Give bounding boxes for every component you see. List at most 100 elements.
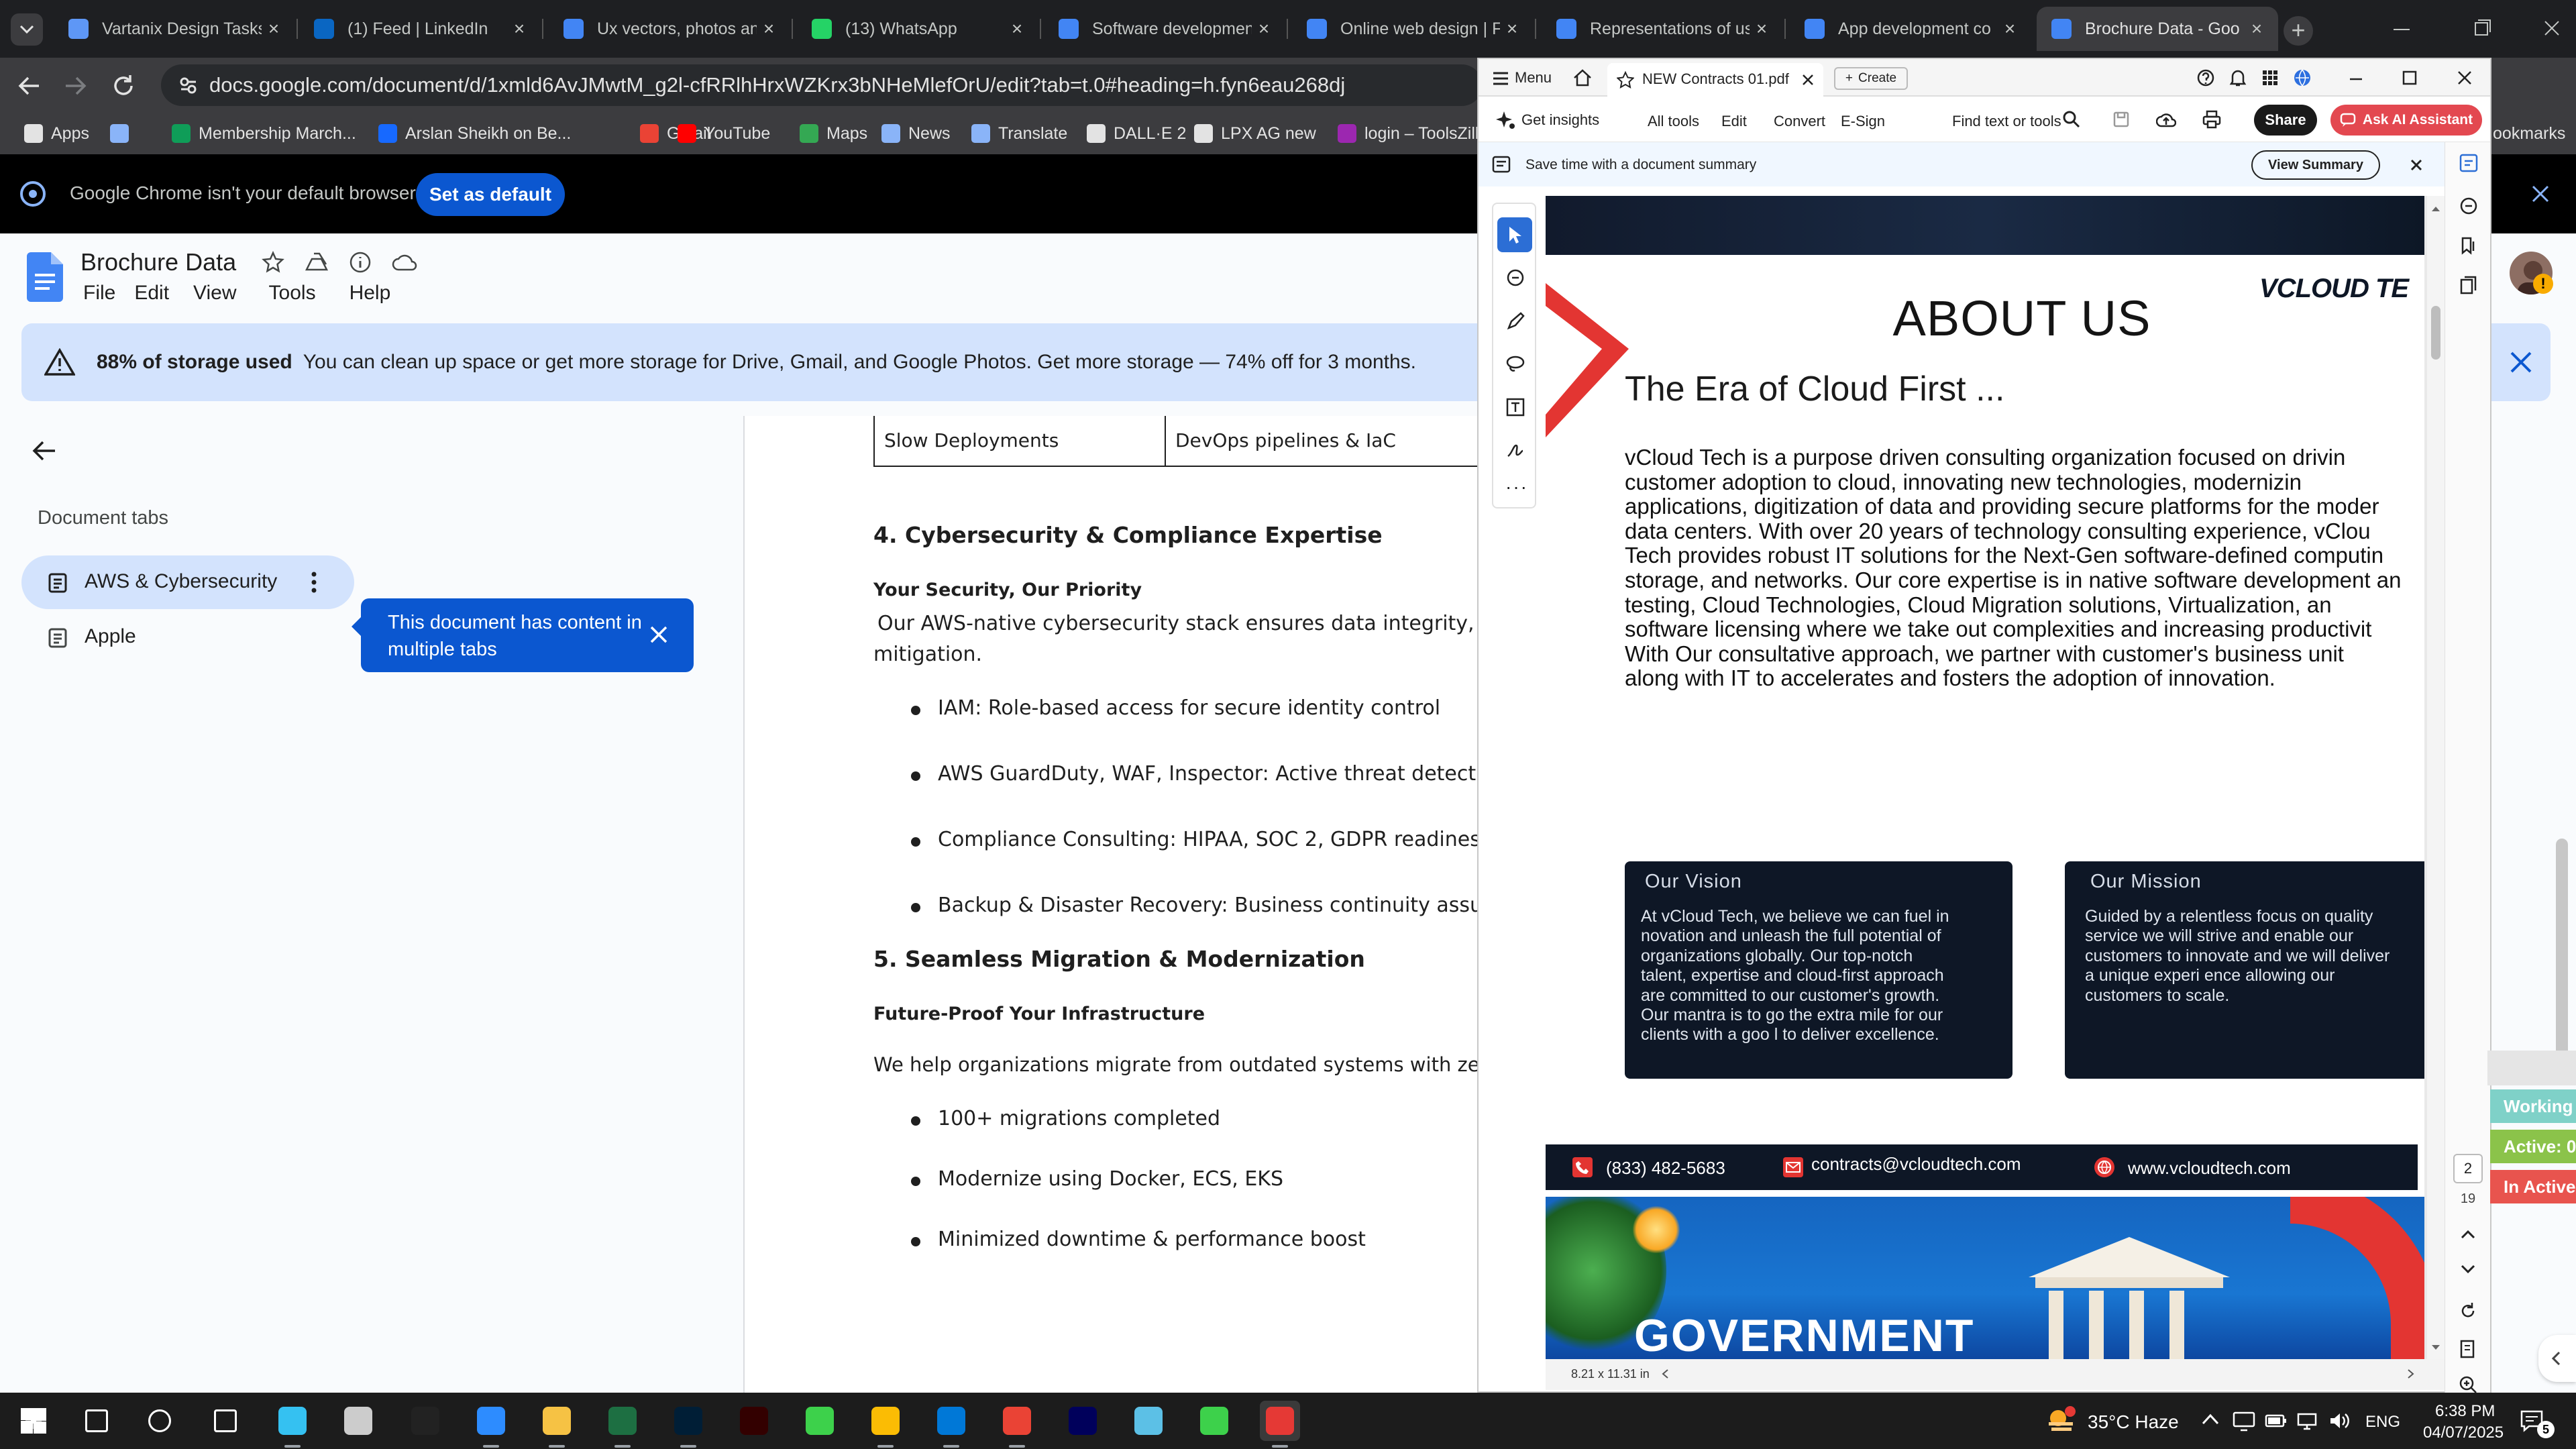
menu-tools[interactable]: Tools (269, 282, 316, 305)
chevron-down-icon[interactable] (2460, 1264, 2476, 1275)
upload-cloud-icon[interactable] (2156, 110, 2176, 129)
close-icon[interactable] (2530, 184, 2551, 204)
excel-icon[interactable] (602, 1401, 643, 1441)
app-diamond-icon[interactable] (1128, 1401, 1169, 1441)
forward-arrow-icon[interactable] (62, 72, 89, 99)
tab-close-icon[interactable]: × (1252, 18, 1276, 40)
scroll-right-icon[interactable] (2407, 1368, 2415, 1379)
volume-icon[interactable] (2328, 1410, 2351, 1432)
find-tools-input[interactable]: Find text or tools (1952, 113, 2061, 130)
reload-icon[interactable] (110, 72, 137, 99)
photoshop-icon[interactable] (668, 1401, 708, 1441)
scroll-up-icon[interactable] (2431, 205, 2440, 212)
all-tools-button[interactable]: All tools (1648, 113, 1699, 130)
bookmark-item[interactable] (110, 113, 129, 154)
page-fit-icon[interactable] (2459, 1339, 2477, 1359)
close-icon[interactable] (2455, 68, 2474, 87)
apps-grid-icon[interactable] (2261, 68, 2279, 87)
move-to-drive-icon[interactable] (305, 251, 329, 274)
comments-icon[interactable] (2459, 196, 2479, 216)
illustrator-icon[interactable] (734, 1401, 774, 1441)
battery-icon[interactable] (2265, 1410, 2288, 1432)
windows-start-icon[interactable] (13, 1401, 54, 1441)
clock-time[interactable]: 6:38 PM (2435, 1402, 2495, 1421)
tab-close-icon[interactable]: × (2245, 18, 2269, 40)
browser-tab[interactable]: Brochure Data - Goo × (2037, 7, 2278, 51)
save-icon[interactable] (2112, 110, 2131, 129)
scroll-left-icon[interactable] (1661, 1368, 1669, 1379)
search-icon[interactable] (2062, 110, 2081, 129)
more-vert-icon[interactable] (310, 570, 318, 594)
info-icon[interactable] (349, 251, 372, 274)
task-view-icon[interactable] (205, 1401, 246, 1441)
browser-tab[interactable]: Online web design | F × (1292, 7, 1534, 51)
menu-view[interactable]: View (193, 282, 236, 305)
zoom-in-icon[interactable] (2459, 1375, 2477, 1394)
close-icon[interactable] (649, 625, 668, 644)
document-title[interactable]: Brochure Data (80, 248, 236, 276)
bookmark-item[interactable]: Membership March... (172, 113, 356, 154)
profile-globe-icon[interactable] (2293, 68, 2312, 87)
working-status[interactable]: Working (2490, 1089, 2576, 1123)
vscode-icon[interactable] (931, 1401, 971, 1441)
phone-app-icon[interactable] (1194, 1401, 1234, 1441)
minimize-button[interactable] (2388, 19, 2415, 39)
new-tab-button[interactable]: + (2284, 16, 2313, 46)
minimize-icon[interactable] (2347, 68, 2365, 87)
clock-date[interactable]: 04/07/2025 (2423, 1424, 2504, 1442)
pen-tool-icon[interactable] (338, 1401, 378, 1441)
bookmark-item[interactable]: Maps (800, 113, 867, 154)
bookmark-item[interactable]: Arslan Sheikh on Be... (378, 113, 571, 154)
current-page-input[interactable]: 2 (2453, 1154, 2483, 1183)
tab-close-icon[interactable]: × (507, 18, 531, 40)
edge-icon[interactable] (272, 1401, 313, 1441)
pages-icon[interactable] (2459, 275, 2479, 295)
edit-button[interactable]: Edit (1721, 113, 1747, 130)
browser-tab[interactable]: (13) WhatsApp × (797, 7, 1038, 51)
chrome-profile-icon[interactable] (997, 1401, 1037, 1441)
terminal-icon[interactable] (405, 1401, 445, 1441)
share-button[interactable]: Share (2254, 105, 2317, 136)
docs-logo-icon[interactable] (27, 252, 63, 302)
back-arrow-icon[interactable] (16, 72, 43, 99)
zoom-icon[interactable] (471, 1401, 511, 1441)
url-input[interactable]: docs.google.com/document/d/1xmld6AvJMwtM… (161, 64, 1483, 106)
document-page[interactable]: Slow Deployments DevOps pipelines & IaC … (743, 416, 1554, 1395)
browser-tab[interactable]: Vartanix Design Tasks × (54, 7, 295, 51)
cloud-status-icon[interactable] (392, 252, 417, 272)
restore-button[interactable] (2469, 16, 2496, 40)
star-icon[interactable] (262, 251, 284, 274)
star-icon[interactable] (1617, 71, 1634, 89)
phone-link-icon[interactable] (800, 1401, 840, 1441)
tab-search-button[interactable] (11, 13, 43, 46)
comment-tool-icon[interactable] (1505, 268, 1525, 288)
tab-close-icon[interactable]: × (1998, 18, 2022, 40)
tab-close-icon[interactable]: × (1005, 18, 1029, 40)
convert-button[interactable]: Convert (1774, 113, 1825, 130)
acrobat-icon[interactable] (1260, 1401, 1300, 1441)
tab-close-icon[interactable]: × (1500, 18, 1524, 40)
tab-close-icon[interactable]: × (757, 18, 781, 40)
lasso-icon[interactable] (1505, 354, 1525, 374)
bell-icon[interactable] (2229, 68, 2247, 87)
bookmark-item[interactable]: login – ToolsZill (1338, 113, 1479, 154)
weather-text[interactable]: 35°C Haze (2088, 1411, 2179, 1433)
pdf-scrollbar[interactable] (2427, 196, 2445, 1359)
chevron-up-icon[interactable] (2202, 1413, 2219, 1426)
storage-message[interactable]: You can clean up space or get more stora… (303, 351, 1416, 374)
menu-help[interactable]: Help (350, 282, 391, 305)
close-icon[interactable] (2509, 350, 2533, 374)
cortana-icon[interactable] (140, 1401, 180, 1441)
display-icon[interactable] (2233, 1410, 2255, 1432)
highlight-pen-icon[interactable] (1505, 311, 1525, 331)
print-icon[interactable] (2202, 110, 2222, 129)
rotate-icon[interactable] (2459, 1301, 2477, 1320)
chrome-icon[interactable] (865, 1401, 906, 1441)
chevron-up-icon[interactable] (2460, 1229, 2476, 1240)
bookmark-item[interactable]: News (881, 113, 951, 154)
select-tool[interactable] (1497, 217, 1532, 252)
site-info-icon[interactable] (178, 76, 197, 95)
bookmark-item[interactable]: DALL·E 2 (1087, 113, 1186, 154)
close-icon[interactable] (1802, 74, 1814, 86)
browser-tab[interactable]: Software development × (1044, 7, 1285, 51)
